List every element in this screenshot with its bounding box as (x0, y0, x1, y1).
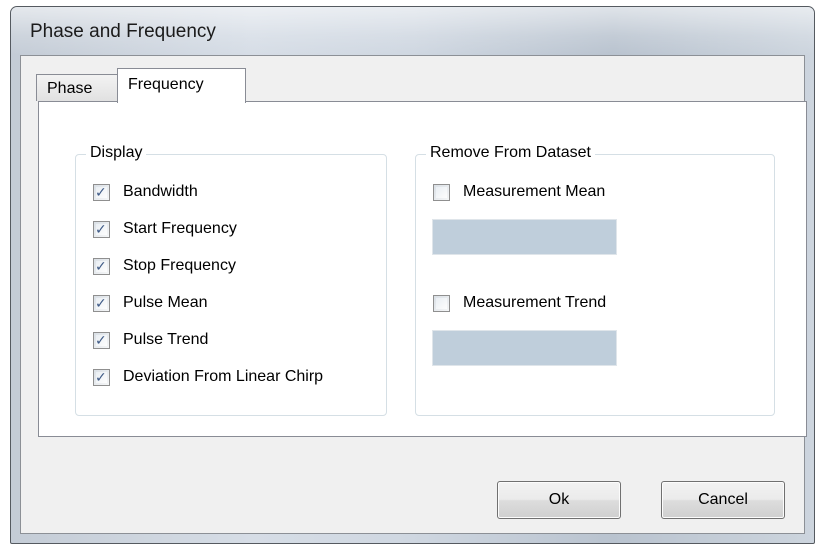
start-frequency-label: Start Frequency (123, 220, 237, 237)
bandwidth-checkbox[interactable]: ✓ (93, 183, 110, 201)
checkmark-icon: ✓ (95, 331, 107, 348)
remove-from-dataset-group: Remove From Dataset Measurement Mean Mea… (415, 144, 775, 416)
stop-frequency-checkbox-row[interactable]: ✓ Stop Frequency (93, 256, 236, 276)
stop-frequency-label: Stop Frequency (123, 257, 236, 274)
tab-phase-label: Phase (47, 80, 93, 97)
pulse-mean-label: Pulse Mean (123, 294, 208, 311)
display-group-label: Display (86, 144, 147, 162)
window-title: Phase and Frequency (30, 21, 216, 42)
stop-frequency-checkbox[interactable]: ✓ (93, 257, 110, 275)
checkmark-icon: ✓ (95, 368, 107, 385)
ok-button[interactable]: Ok (497, 481, 621, 519)
measurement-mean-checkbox[interactable] (433, 183, 450, 201)
deviation-from-linear-chirp-checkbox-row[interactable]: ✓ Deviation From Linear Chirp (93, 367, 323, 387)
remove-from-dataset-group-label: Remove From Dataset (426, 144, 595, 162)
pulse-trend-checkbox-row[interactable]: ✓ Pulse Trend (93, 330, 208, 350)
dialog-window: Phase and Frequency Phase Frequency Disp… (10, 6, 815, 544)
checkmark-icon: ✓ (95, 294, 107, 311)
measurement-trend-checkbox-row[interactable]: Measurement Trend (433, 293, 606, 313)
pulse-mean-checkbox-row[interactable]: ✓ Pulse Mean (93, 293, 208, 313)
deviation-from-linear-chirp-label: Deviation From Linear Chirp (123, 368, 324, 385)
checkmark-icon: ✓ (95, 183, 107, 200)
bandwidth-label: Bandwidth (123, 183, 198, 200)
pulse-trend-checkbox[interactable]: ✓ (93, 331, 110, 349)
measurement-mean-checkbox-row[interactable]: Measurement Mean (433, 182, 605, 202)
measurement-trend-field (432, 330, 617, 366)
checkmark-icon: ✓ (95, 220, 107, 237)
dialog-client-area: Phase Frequency Display ✓ Bandwidth ✓ St… (20, 55, 807, 534)
start-frequency-checkbox[interactable]: ✓ (93, 220, 110, 238)
display-group: Display ✓ Bandwidth ✓ Start Frequency ✓ … (75, 144, 387, 416)
tab-frequency[interactable]: Frequency (117, 68, 246, 103)
title-bar[interactable]: Phase and Frequency (11, 7, 814, 55)
cancel-button[interactable]: Cancel (661, 481, 785, 519)
deviation-from-linear-chirp-checkbox[interactable]: ✓ (93, 368, 110, 386)
start-frequency-checkbox-row[interactable]: ✓ Start Frequency (93, 219, 237, 239)
tab-frequency-label: Frequency (128, 76, 204, 93)
bandwidth-checkbox-row[interactable]: ✓ Bandwidth (93, 182, 198, 202)
measurement-trend-label: Measurement Trend (463, 294, 607, 311)
tab-phase[interactable]: Phase (36, 74, 118, 101)
measurement-mean-label: Measurement Mean (463, 183, 606, 200)
pulse-mean-checkbox[interactable]: ✓ (93, 294, 110, 312)
checkmark-icon: ✓ (95, 257, 107, 274)
pulse-trend-label: Pulse Trend (123, 331, 209, 348)
frequency-tab-page: Display ✓ Bandwidth ✓ Start Frequency ✓ … (38, 101, 807, 437)
measurement-trend-checkbox[interactable] (433, 294, 450, 312)
measurement-mean-field (432, 219, 617, 255)
